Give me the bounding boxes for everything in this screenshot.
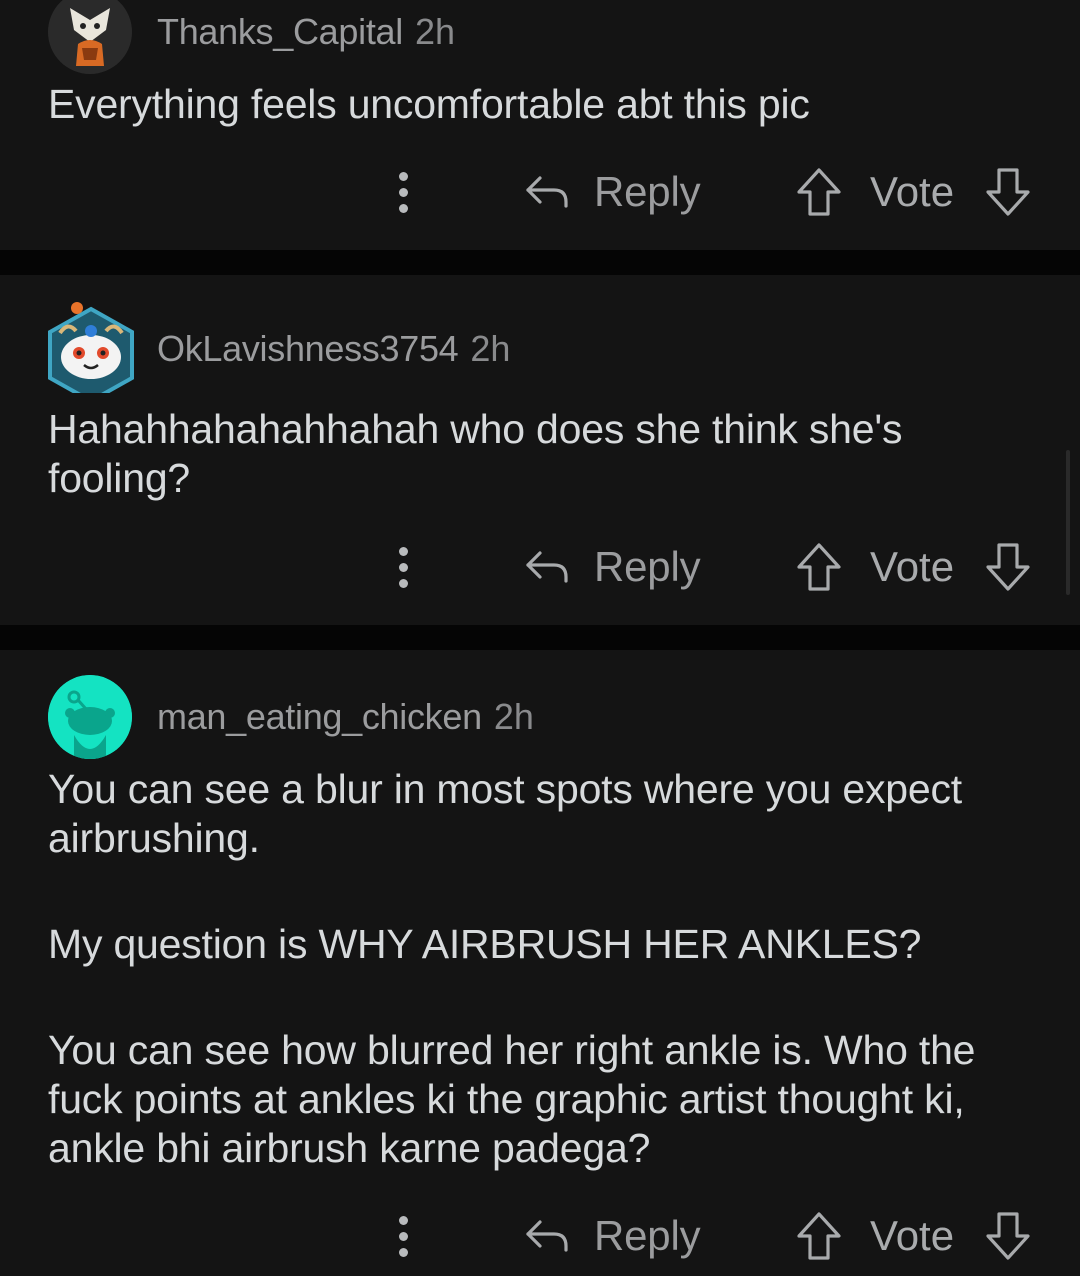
more-dot-icon bbox=[398, 187, 408, 197]
nft-avatar-icon bbox=[48, 302, 134, 393]
reply-arrow-icon bbox=[526, 1220, 568, 1252]
username[interactable]: Thanks_Capital bbox=[157, 11, 403, 53]
reply-arrow-icon bbox=[526, 551, 568, 583]
reply-button[interactable]: Reply bbox=[520, 537, 701, 597]
upvote-arrow-icon[interactable] bbox=[793, 166, 845, 218]
reply-label: Reply bbox=[594, 1212, 701, 1259]
comment-card: Thanks_Capital 2h Everything feels uncom… bbox=[0, 0, 1080, 250]
comment-paragraph: You can see a blur in most spots where y… bbox=[48, 766, 963, 861]
vote-count: Vote bbox=[870, 1212, 955, 1259]
more-dot-icon bbox=[398, 562, 408, 572]
reply-label: Reply bbox=[594, 543, 701, 590]
comment-paragraph: You can see how blurred her right ankle … bbox=[48, 1027, 976, 1171]
more-options-button[interactable] bbox=[388, 1206, 418, 1266]
comment-body: You can see a blur in most spots where y… bbox=[48, 765, 1010, 1173]
reply-button[interactable]: Reply bbox=[520, 162, 701, 222]
more-dot-icon bbox=[398, 171, 408, 181]
more-options-button[interactable] bbox=[388, 537, 418, 597]
downvote-arrow-icon[interactable] bbox=[982, 1210, 1034, 1262]
comment-meta: OkLavishness3754 2h bbox=[48, 302, 511, 393]
comment-paragraph: Hahahhahahahhahah who does she think she… bbox=[48, 406, 903, 501]
avatar[interactable] bbox=[48, 675, 132, 759]
comment-paragraph: My question is WHY AIRBRUSH HER ANKLES? bbox=[48, 921, 922, 967]
comment-actions: Reply Vote bbox=[0, 537, 1080, 597]
vote-count: Vote bbox=[870, 168, 955, 215]
upvote-arrow-icon[interactable] bbox=[793, 1210, 845, 1262]
reply-label: Reply bbox=[594, 168, 701, 215]
reply-arrow-icon bbox=[526, 176, 568, 208]
timestamp: 2h bbox=[470, 328, 511, 369]
vote-count: Vote bbox=[870, 543, 955, 590]
more-dot-icon bbox=[398, 203, 408, 213]
avatar[interactable] bbox=[48, 0, 132, 74]
avatar[interactable] bbox=[48, 302, 134, 393]
username[interactable]: OkLavishness3754 bbox=[157, 328, 459, 370]
more-dot-icon bbox=[398, 546, 408, 556]
comment-meta: man_eating_chicken 2h bbox=[48, 675, 534, 759]
timestamp: 2h bbox=[493, 696, 534, 737]
comment-body: Everything feels uncomfortable abt this … bbox=[48, 80, 1010, 129]
comment-actions: Reply Vote bbox=[0, 162, 1080, 222]
reply-button[interactable]: Reply bbox=[520, 1206, 701, 1266]
more-dot-icon bbox=[398, 1231, 408, 1241]
more-dot-icon bbox=[398, 1247, 408, 1257]
upvote-arrow-icon[interactable] bbox=[793, 541, 845, 593]
comment-card: man_eating_chicken 2h You can see a blur… bbox=[0, 650, 1080, 1276]
snoo-avatar-icon bbox=[48, 0, 132, 74]
comment-paragraph: Everything feels uncomfortable abt this … bbox=[48, 81, 810, 127]
more-dot-icon bbox=[398, 1215, 408, 1225]
more-options-button[interactable] bbox=[388, 162, 418, 222]
scrollbar[interactable] bbox=[1066, 450, 1070, 595]
comment-actions: Reply Vote bbox=[0, 1206, 1080, 1266]
timestamp: 2h bbox=[414, 11, 455, 52]
more-dot-icon bbox=[398, 578, 408, 588]
downvote-arrow-icon[interactable] bbox=[982, 166, 1034, 218]
downvote-arrow-icon[interactable] bbox=[982, 541, 1034, 593]
username[interactable]: man_eating_chicken bbox=[157, 696, 482, 738]
comment-meta: Thanks_Capital 2h bbox=[48, 0, 455, 74]
default-snoo-icon bbox=[48, 675, 132, 759]
comment-card: OkLavishness3754 2h Hahahhahahahhahah wh… bbox=[0, 275, 1080, 625]
comment-body: Hahahhahahahhahah who does she think she… bbox=[48, 405, 1010, 503]
